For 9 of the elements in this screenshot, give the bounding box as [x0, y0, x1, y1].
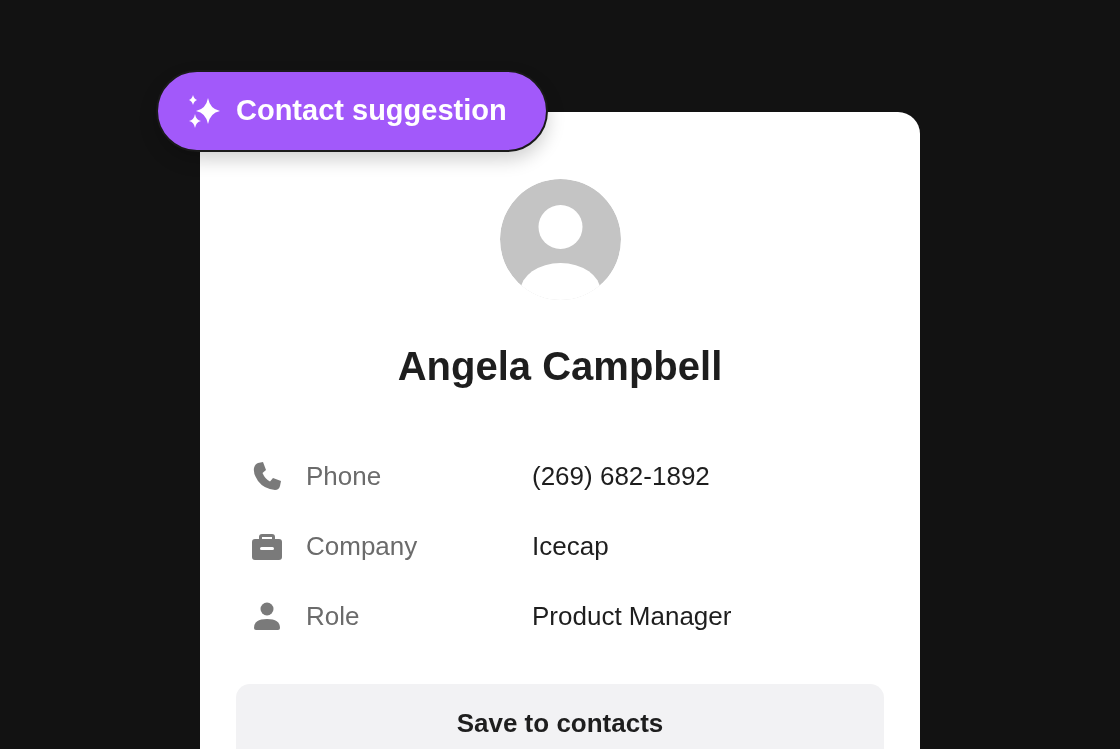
badge-label: Contact suggestion [236, 93, 507, 129]
save-button[interactable]: Save to contacts [236, 684, 884, 749]
field-label: Role [306, 599, 361, 633]
field-value: Product Manager [532, 599, 732, 633]
contact-name: Angela Campbell [397, 344, 723, 388]
field-value: (269) 682-1892 [532, 459, 710, 493]
field-label: Phone [306, 459, 383, 493]
field-label: Company [306, 529, 419, 563]
field-value: Icecap [532, 529, 609, 563]
